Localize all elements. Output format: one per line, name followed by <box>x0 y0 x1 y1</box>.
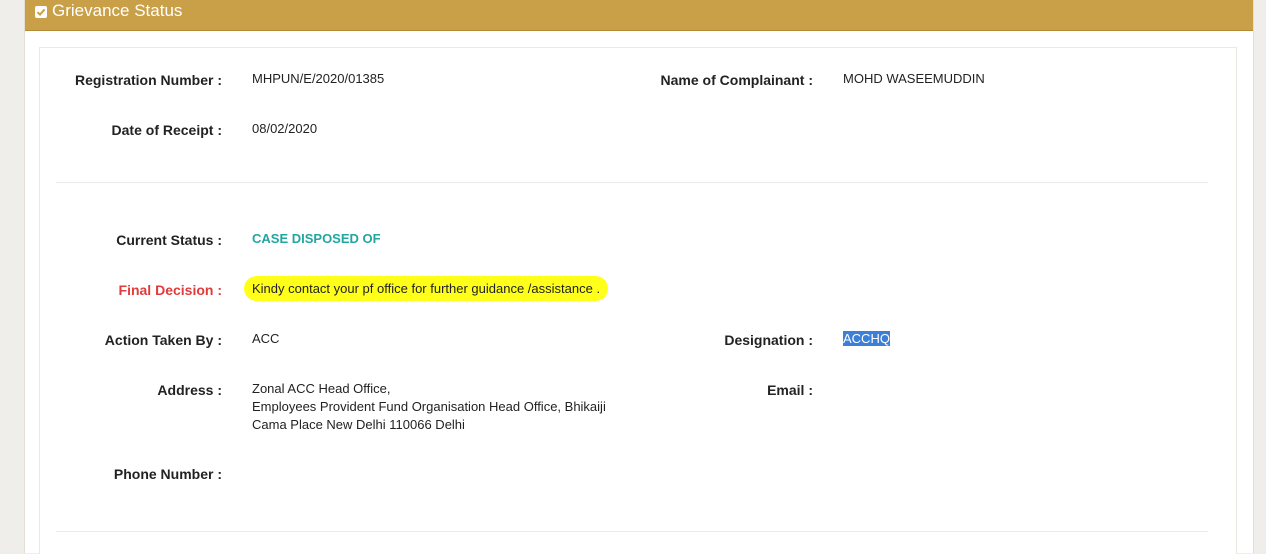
designation-label: Designation : <box>724 332 813 348</box>
final-decision-label: Final Decision : <box>118 282 222 298</box>
email-label: Email : <box>767 382 813 398</box>
checkbox-icon <box>35 6 47 18</box>
panel-header: Grievance Status <box>25 0 1253 31</box>
complainant-name-value: MOHD WASEEMUDDIN <box>843 71 985 86</box>
address-line: Cama Place New Delhi 110066 Delhi <box>252 417 465 432</box>
section-divider <box>56 531 1208 532</box>
registration-number-label: Registration Number : <box>74 72 222 88</box>
section-divider <box>56 182 1208 183</box>
current-status-label: Current Status : <box>116 232 222 248</box>
complainant-name-label: Name of Complainant : <box>660 72 813 88</box>
address-line: Employees Provident Fund Organisation He… <box>252 399 606 414</box>
panel-title: Grievance Status <box>52 1 183 20</box>
current-status-value: CASE DISPOSED OF <box>252 231 381 246</box>
selected-text: ACCHQ <box>843 331 890 346</box>
action-taken-by-value: ACC <box>252 331 280 346</box>
grievance-status-panel: Grievance Status Registration Number : M… <box>24 0 1254 554</box>
address-line: Zonal ACC Head Office, <box>252 381 391 396</box>
date-of-receipt-value: 08/02/2020 <box>252 121 318 136</box>
highlighted-text: Kindy contact your pf office for further… <box>244 276 609 301</box>
address-label: Address : <box>157 382 222 398</box>
registration-number-value: MHPUN/E/2020/01385 <box>252 71 385 86</box>
address-value: Zonal ACC Head Office, Employees Provide… <box>252 380 606 434</box>
phone-number-label: Phone Number : <box>113 466 222 482</box>
details-card: Registration Number : MHPUN/E/2020/01385… <box>39 47 1237 554</box>
final-decision-value: Kindy contact your pf office for further… <box>244 276 609 301</box>
date-of-receipt-label: Date of Receipt : <box>111 122 222 138</box>
action-taken-by-label: Action Taken By : <box>104 332 222 348</box>
designation-value: ACCHQ <box>843 330 890 348</box>
